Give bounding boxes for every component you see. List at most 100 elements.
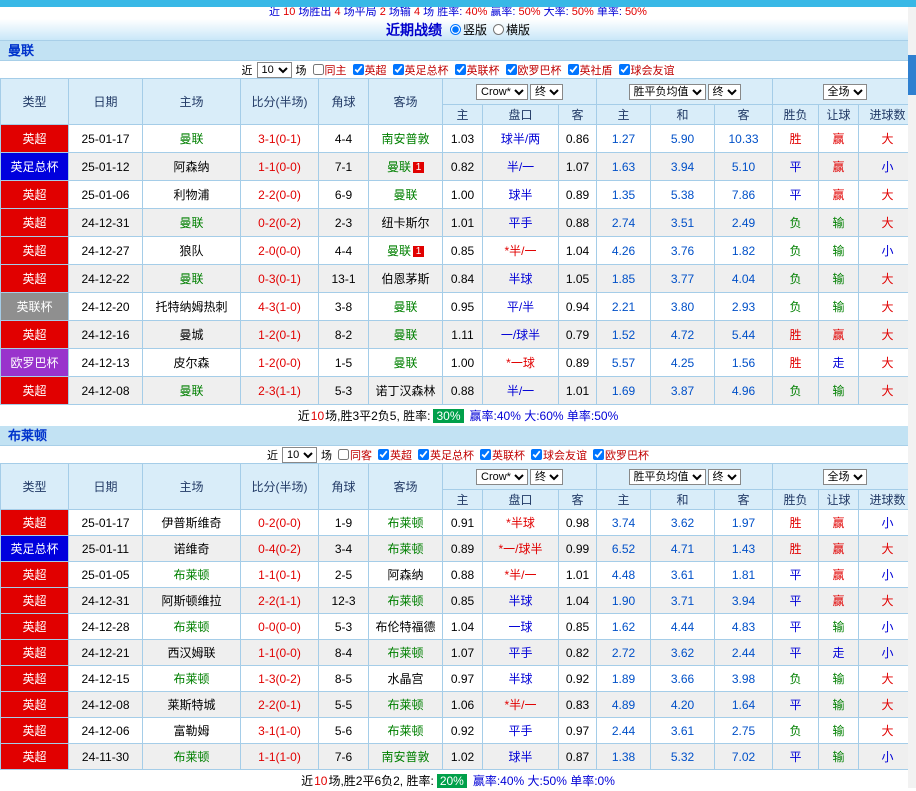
league-filter-checkbox[interactable] xyxy=(593,449,604,460)
odds-company-select[interactable]: Crow* xyxy=(476,84,528,100)
cell-corner: 2-5 xyxy=(319,562,369,588)
match-row: 英超24-12-27狼队2-0(0-0)4-4曼联10.85*半/一1.044.… xyxy=(1,237,916,265)
league-filter[interactable]: 英社盾 xyxy=(568,62,613,78)
stats-segment: 单率: xyxy=(594,7,625,18)
cell-home-team: 狼队 xyxy=(143,237,241,265)
away-team-name: 布莱顿 xyxy=(387,646,423,660)
league-filter-checkbox[interactable] xyxy=(506,64,517,75)
cell-result-handicap: 输 xyxy=(819,293,859,321)
cell-avg-win: 1.52 xyxy=(597,321,651,349)
league-filter[interactable]: 欧罗巴杯 xyxy=(506,62,562,78)
league-filter-checkbox[interactable] xyxy=(338,449,349,460)
cell-home-team: 阿斯顿维拉 xyxy=(143,588,241,614)
layout-radio[interactable] xyxy=(450,24,461,35)
cell-avg-win: 2.21 xyxy=(597,293,651,321)
league-filter[interactable]: 英超 xyxy=(378,447,412,463)
league-filter-checkbox[interactable] xyxy=(393,64,404,75)
league-filter[interactable]: 同客 xyxy=(338,447,372,463)
cell-league-type: 英超 xyxy=(1,377,69,405)
cell-avg-win: 1.85 xyxy=(597,265,651,293)
away-team-name: 诺丁汉森林 xyxy=(375,384,435,398)
cell-avg-draw: 3.61 xyxy=(651,718,715,744)
scrollbar[interactable] xyxy=(908,7,916,788)
league-filter[interactable]: 欧罗巴杯 xyxy=(593,447,649,463)
stats-segment: 50% xyxy=(572,7,594,18)
scrollbar-thumb[interactable] xyxy=(908,55,916,95)
final-select[interactable]: 终 xyxy=(530,84,563,100)
cell-result-wdl: 负 xyxy=(773,666,819,692)
cell-home-odds: 0.97 xyxy=(443,666,483,692)
league-filter[interactable]: 英足总杯 xyxy=(418,447,474,463)
cell-avg-win: 1.89 xyxy=(597,666,651,692)
final-select[interactable]: 终 xyxy=(530,469,563,485)
layout-radio-option[interactable]: 横版 xyxy=(493,21,530,38)
cell-result-wdl: 胜 xyxy=(773,321,819,349)
cell-away-odds: 1.05 xyxy=(559,265,597,293)
league-filter-checkbox[interactable] xyxy=(531,449,542,460)
final-select-2[interactable]: 终 xyxy=(708,84,741,100)
avg-type-select[interactable]: 胜平负均值 xyxy=(629,469,706,485)
league-filter-checkbox[interactable] xyxy=(378,449,389,460)
league-filter-checkbox[interactable] xyxy=(313,64,324,75)
layout-radio-option[interactable]: 竖版 xyxy=(450,21,487,38)
league-filter-checkbox[interactable] xyxy=(418,449,429,460)
match-row: 英超25-01-06利物浦2-2(0-0)6-9曼联1.00球半0.891.35… xyxy=(1,181,916,209)
final-select-2[interactable]: 终 xyxy=(708,469,741,485)
recent-count-select[interactable]: 10 xyxy=(282,447,317,463)
away-team-name: 南安普敦 xyxy=(381,132,429,146)
cell-result-handicap: 赢 xyxy=(819,510,859,536)
cell-handicap: *一球 xyxy=(483,349,559,377)
cell-result-handicap: 输 xyxy=(819,377,859,405)
cell-away-team: 水晶宫 xyxy=(369,666,443,692)
cell-result-handicap: 输 xyxy=(819,237,859,265)
layout-radio-label: 竖版 xyxy=(463,21,487,38)
avg-type-select[interactable]: 胜平负均值 xyxy=(629,84,706,100)
cell-home-odds: 0.91 xyxy=(443,510,483,536)
league-filter[interactable]: 英足总杯 xyxy=(393,62,449,78)
cell-away-team: 布伦特福德 xyxy=(369,614,443,640)
league-filter[interactable]: 英超 xyxy=(353,62,387,78)
league-filter[interactable]: 球会友谊 xyxy=(531,447,587,463)
cell-score: 3-1(0-1) xyxy=(241,125,319,153)
cell-home-team: 布莱顿 xyxy=(143,744,241,770)
cell-date: 24-12-20 xyxy=(69,293,143,321)
cell-avg-draw: 4.20 xyxy=(651,692,715,718)
filter-row: 近10场同主英超英足总杯英联杯欧罗巴杯英社盾球会友谊 xyxy=(0,61,916,78)
cell-corner: 3-4 xyxy=(319,536,369,562)
cell-result-wdl: 平 xyxy=(773,744,819,770)
cell-away-team: 布莱顿 xyxy=(369,640,443,666)
league-filter-checkbox[interactable] xyxy=(619,64,630,75)
subcol-avg-win: 主 xyxy=(597,490,651,510)
league-filter[interactable]: 英联杯 xyxy=(480,447,525,463)
cell-score: 0-2(0-0) xyxy=(241,510,319,536)
cell-result-handicap: 赢 xyxy=(819,181,859,209)
scope-select[interactable]: 全场 xyxy=(823,84,867,100)
cell-league-type: 欧罗巴杯 xyxy=(1,349,69,377)
cell-score: 1-1(0-0) xyxy=(241,153,319,181)
cell-result-wdl: 负 xyxy=(773,293,819,321)
scope-select[interactable]: 全场 xyxy=(823,469,867,485)
stats-segment: 10 xyxy=(283,7,295,18)
league-filter[interactable]: 球会友谊 xyxy=(619,62,675,78)
cell-handicap: 平手 xyxy=(483,209,559,237)
cell-away-odds: 1.04 xyxy=(559,588,597,614)
subcol-avg-lose: 客 xyxy=(715,490,773,510)
league-filter[interactable]: 同主 xyxy=(313,62,347,78)
league-filter-checkbox[interactable] xyxy=(568,64,579,75)
cell-away-team: 诺丁汉森林 xyxy=(369,377,443,405)
recent-matches-table: 类型日期主场比分(半场)角球客场Crow*终胜平负均值终全场主盘口客主和客胜负让… xyxy=(0,78,916,405)
odds-company-select[interactable]: Crow* xyxy=(476,469,528,485)
away-team-name: 曼联 xyxy=(387,160,411,174)
col-home-header: 主场 xyxy=(143,79,241,125)
cell-date: 25-01-05 xyxy=(69,562,143,588)
league-filter[interactable]: 英联杯 xyxy=(455,62,500,78)
layout-radio[interactable] xyxy=(493,24,504,35)
cell-handicap: 半球 xyxy=(483,588,559,614)
league-filter-checkbox[interactable] xyxy=(455,64,466,75)
cell-avg-win: 1.35 xyxy=(597,181,651,209)
cell-avg-lose: 2.49 xyxy=(715,209,773,237)
recent-count-select[interactable]: 10 xyxy=(257,62,292,78)
home-team-name: 莱斯特城 xyxy=(167,698,215,712)
league-filter-checkbox[interactable] xyxy=(480,449,491,460)
league-filter-checkbox[interactable] xyxy=(353,64,364,75)
